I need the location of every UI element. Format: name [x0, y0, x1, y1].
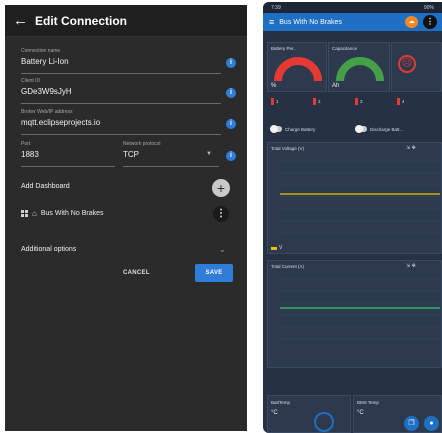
- status-bar: 7:39 90%: [263, 2, 442, 13]
- cancel-button[interactable]: CANCEL: [123, 270, 150, 276]
- network-protocol-value: TCP: [123, 150, 139, 159]
- sad-face-icon: ☹: [398, 55, 416, 73]
- edit-connection-screen: ← Edit Connection Connection name Batter…: [5, 5, 247, 431]
- voltage-legend-label: V: [279, 245, 283, 251]
- screenshot-stage: ← Edit Connection Connection name Batter…: [0, 0, 442, 433]
- toggle-switch[interactable]: [270, 125, 282, 133]
- add-dashboard-button[interactable]: +: [212, 179, 230, 197]
- home-icon: ⌂: [32, 209, 37, 218]
- client-id-value: GDe3W9sJyH: [21, 87, 72, 96]
- toggle-switch[interactable]: [355, 125, 367, 133]
- io-label: 1: [276, 99, 279, 104]
- client-id-label: Client ID: [21, 78, 41, 84]
- dashboard-screen: 7:39 90% ≡ Bus With No Brakes ☁ ⋮ Batter…: [263, 2, 442, 433]
- status-battery: 90%: [423, 4, 434, 11]
- current-chart-card: Total Current (A) ⇲ ✥: [267, 260, 442, 368]
- capacitance-gauge-arc: [336, 57, 384, 82]
- voltage-chart-card: Total Voltage (V) ⇲ ✥ V: [267, 142, 442, 254]
- bms-temp-label: BMS Temp: [357, 400, 379, 405]
- dashboard-app-bar: ≡ Bus With No Brakes ☁ ⋮: [263, 13, 442, 31]
- led-icon: [313, 98, 316, 105]
- port-value: 1883: [21, 150, 39, 159]
- client-id-info-icon[interactable]: i: [226, 88, 236, 98]
- protocol-info-icon[interactable]: i: [226, 151, 236, 161]
- add-dashboard-label: Add Dashboard: [21, 183, 70, 190]
- dashboard-grid-icon: [21, 210, 28, 217]
- batt-temp-card: BattTemp °C: [267, 395, 351, 433]
- battery-gauge-arc: [274, 57, 322, 82]
- broker-address-field[interactable]: Broker Web/IP address mqtt.eclipseprojec…: [21, 109, 221, 135]
- battery-percentage-card: Battery Per.. %: [267, 42, 327, 92]
- dashboard-more-options-icon[interactable]: ⋮: [213, 206, 229, 222]
- protocol-dropdown-caret-icon[interactable]: ▼: [206, 151, 212, 157]
- discharge-battery-label: Discharge Batt...: [370, 126, 404, 132]
- io-label: 2: [318, 99, 321, 104]
- broker-address-value: mqtt.eclipseprojects.io: [21, 118, 101, 127]
- page-title: Edit Connection: [35, 13, 127, 28]
- io-indicator-3: 3: [355, 98, 363, 105]
- more-options-icon[interactable]: ⋮: [423, 15, 437, 29]
- app-bar: ← Edit Connection: [5, 5, 247, 37]
- legend-swatch: [271, 246, 277, 250]
- voltage-legend: V: [271, 245, 282, 251]
- capacitance-unit: Ah: [332, 83, 340, 89]
- broker-address-label: Broker Web/IP address: [21, 109, 73, 115]
- save-button[interactable]: SAVE: [195, 264, 233, 282]
- client-id-field[interactable]: Client ID GDe3W9sJyH: [21, 78, 221, 104]
- back-arrow-icon[interactable]: ←: [13, 12, 28, 29]
- cloud-icon[interactable]: ☁: [405, 16, 418, 28]
- action-fab-icon[interactable]: ●: [424, 416, 439, 431]
- charge-battery-switch[interactable]: Charge Battery: [270, 125, 316, 133]
- menu-icon[interactable]: ≡: [269, 17, 274, 27]
- discharge-battery-switch[interactable]: Discharge Batt...: [355, 125, 404, 133]
- copy-fab-icon[interactable]: ❐: [404, 416, 419, 431]
- dashboard-name: Bus With No Brakes: [40, 210, 104, 217]
- bms-temp-unit: °C: [357, 410, 364, 416]
- led-icon: [397, 98, 400, 105]
- broker-address-info-icon[interactable]: i: [226, 119, 236, 129]
- dashboard-title: Bus With No Brakes: [279, 18, 342, 26]
- io-indicator-1: 1: [271, 98, 279, 105]
- charge-battery-label: Charge Battery: [285, 126, 316, 132]
- io-label: 3: [360, 99, 363, 104]
- voltage-chart-svg: [280, 160, 440, 234]
- io-indicator-2: 2: [313, 98, 321, 105]
- dashboard-list-item[interactable]: ⌂ Bus With No Brakes: [21, 209, 103, 218]
- status-time: 7:39: [271, 4, 281, 11]
- battery-gauge-graphic: [274, 57, 322, 82]
- battery-percentage-unit: %: [271, 83, 277, 89]
- led-icon: [271, 98, 274, 105]
- voltage-gridlines: [280, 160, 440, 234]
- connection-name-value: Battery Li-Ion: [21, 57, 69, 66]
- capacitance-card: Capacitance Ah: [328, 42, 390, 92]
- connection-name-field[interactable]: Connection name Battery Li-Ion: [21, 48, 221, 74]
- batt-temp-gauge: [314, 412, 334, 432]
- status-face-card: ☹: [391, 42, 442, 92]
- io-label: 4: [402, 99, 405, 104]
- batt-temp-ring: [314, 412, 334, 432]
- port-field[interactable]: Port 1883: [21, 141, 115, 167]
- current-gridlines: [280, 278, 440, 340]
- connection-name-info-icon[interactable]: i: [226, 58, 236, 68]
- network-protocol-select[interactable]: Network protocol TCP: [123, 141, 219, 167]
- io-indicator-4: 4: [397, 98, 405, 105]
- chevron-down-icon[interactable]: ⌄: [219, 245, 226, 254]
- network-protocol-label: Network protocol: [123, 141, 161, 147]
- connection-name-label: Connection name: [21, 48, 61, 54]
- additional-options-label[interactable]: Additional options: [21, 246, 76, 253]
- led-icon: [355, 98, 358, 105]
- current-chart-svg: [280, 278, 440, 340]
- port-label: Port: [21, 141, 31, 147]
